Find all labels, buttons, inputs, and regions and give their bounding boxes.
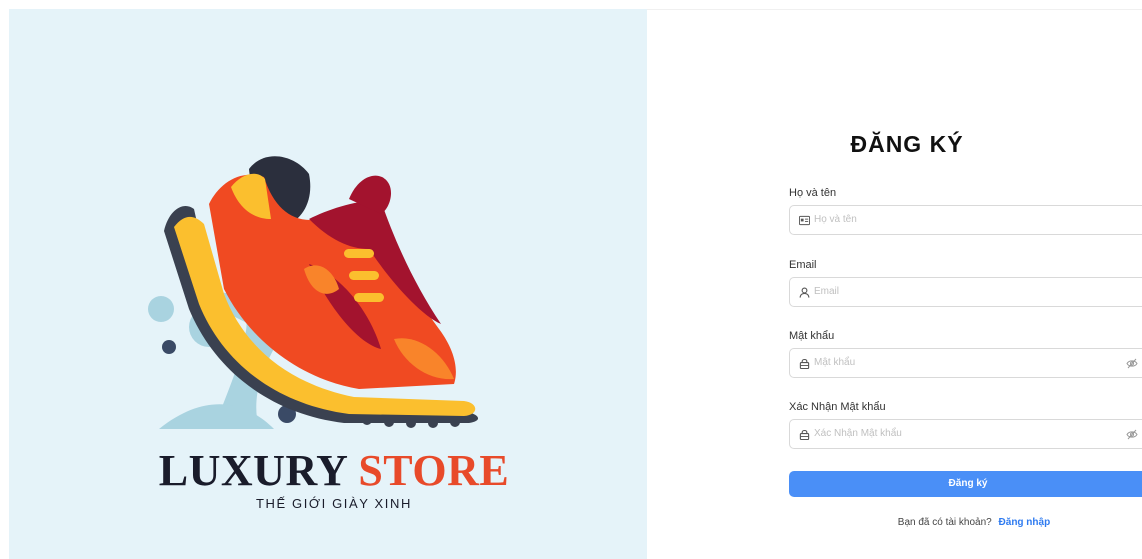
email-input[interactable]: Email (789, 277, 1142, 307)
register-panel: ĐĂNG KÝ Họ và tên Họ và tên Email Email … (647, 0, 1142, 559)
confirm-password-label: Xác Nhận Mật khẩu (789, 401, 886, 413)
fullname-label: Họ và tên (789, 187, 837, 199)
brand-name-part1: LUXURY (158, 446, 347, 495)
lock-icon (799, 429, 810, 440)
eye-off-icon[interactable] (1126, 358, 1138, 369)
brand-tagline: THẾ GIỚI GIÀY XINH (255, 496, 412, 511)
login-link[interactable]: Đăng nhập (999, 517, 1051, 528)
password-input[interactable]: Mật khẩu (789, 348, 1142, 378)
password-label: Mật khẩu (789, 330, 835, 342)
brand-panel: LUXURY STORE THẾ GIỚI GIÀY XINH (9, 9, 647, 559)
email-placeholder: Email (814, 286, 840, 297)
fullname-placeholder: Họ và tên (814, 214, 857, 225)
page-title: ĐĂNG KÝ (850, 131, 964, 157)
register-button[interactable]: Đăng ký (789, 471, 1142, 497)
fullname-input[interactable]: Họ và tên (789, 205, 1142, 235)
user-icon (799, 287, 810, 298)
login-prompt-line: Bạn đã có tài khoản? Đăng nhập (789, 517, 1142, 528)
password-placeholder: Mật khẩu (814, 357, 856, 368)
email-label: Email (789, 259, 817, 271)
confirm-password-placeholder: Xác Nhận Mật khẩu (814, 428, 902, 439)
divider (647, 9, 1142, 10)
login-prompt-text: Bạn đã có tài khoản? (897, 517, 992, 528)
brand-name: LUXURY STORE (144, 447, 524, 495)
eye-off-icon[interactable] (1126, 429, 1138, 440)
lock-icon (799, 358, 810, 369)
brand-name-part2: STORE (358, 446, 510, 495)
confirm-password-input[interactable]: Xác Nhận Mật khẩu (789, 419, 1142, 449)
id-card-icon (799, 215, 810, 226)
